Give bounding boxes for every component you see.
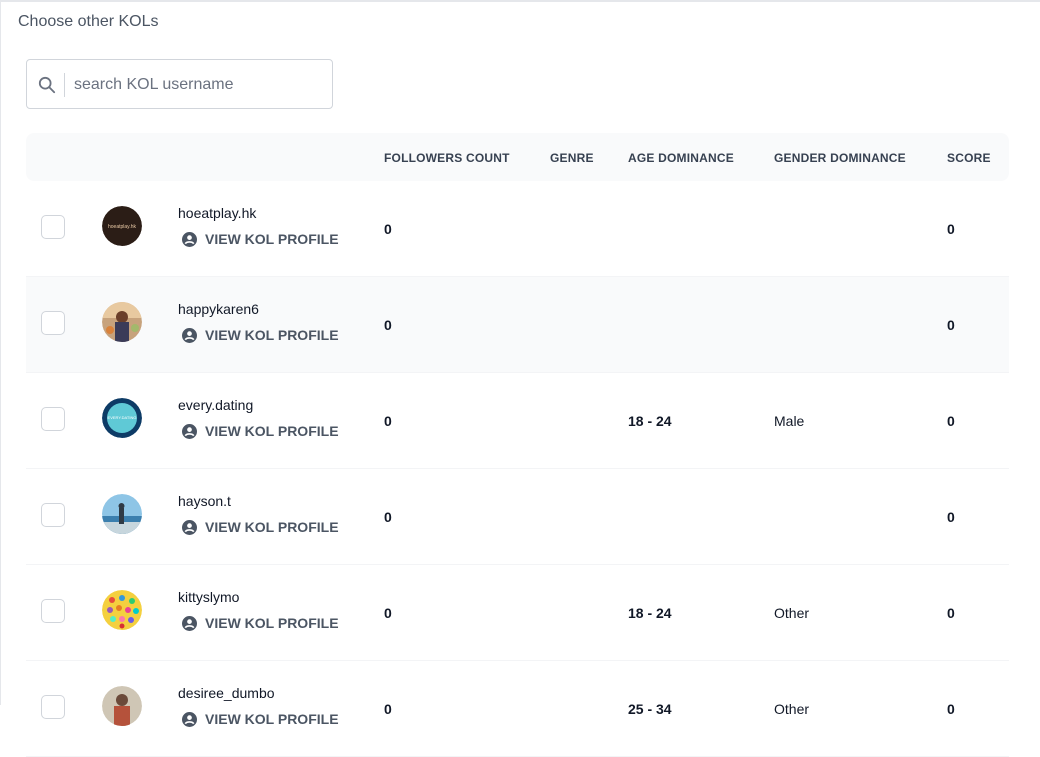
user-circle-icon xyxy=(182,519,197,535)
user-circle-icon xyxy=(182,615,197,631)
column-header-followers[interactable]: FOLLOWERS COUNT xyxy=(384,151,510,165)
followers-count: 0 xyxy=(384,221,392,237)
view-kol-profile-link[interactable]: VIEW KOL PROFILE xyxy=(182,519,339,535)
followers-count: 0 xyxy=(384,701,392,717)
score: 0 xyxy=(947,413,955,429)
view-kol-profile-link[interactable]: VIEW KOL PROFILE xyxy=(182,327,339,343)
view-kol-profile-label: VIEW KOL PROFILE xyxy=(205,231,339,247)
row-checkbox[interactable] xyxy=(41,503,65,527)
view-kol-profile-label: VIEW KOL PROFILE xyxy=(205,423,339,439)
user-circle-icon xyxy=(182,231,197,247)
avatar xyxy=(102,590,142,630)
kol-username: kittyslymo xyxy=(178,589,240,605)
avatar: hoeatplay.hk xyxy=(102,206,142,246)
kol-username: hayson.t xyxy=(178,493,231,509)
followers-count: 0 xyxy=(384,605,392,621)
avatar xyxy=(102,686,142,726)
avatar xyxy=(102,494,142,534)
age-dominance: 18 - 24 xyxy=(628,413,672,429)
user-circle-icon xyxy=(182,327,197,343)
svg-text:hoeatplay.hk: hoeatplay.hk xyxy=(108,224,136,230)
followers-count: 0 xyxy=(384,509,392,525)
section-title: Choose other KOLs xyxy=(18,13,159,30)
table-row[interactable]: hoeatplay.hk hoeatplay.hk VIEW KOL PROFI… xyxy=(26,181,1009,277)
kol-username: desiree_dumbo xyxy=(178,685,275,701)
search-input[interactable] xyxy=(72,70,326,100)
table-row[interactable]: kittyslymo VIEW KOL PROFILE 0 18 - 24 Ot… xyxy=(26,565,1009,661)
svg-text:EVERY.DATING: EVERY.DATING xyxy=(108,415,137,420)
view-kol-profile-label: VIEW KOL PROFILE xyxy=(205,327,339,343)
search-box[interactable] xyxy=(26,59,333,109)
row-checkbox[interactable] xyxy=(41,599,65,623)
avatar: EVERY.DATING xyxy=(102,398,142,438)
view-kol-profile-link[interactable]: VIEW KOL PROFILE xyxy=(182,615,339,631)
table-row[interactable]: desiree_dumbo VIEW KOL PROFILE 0 25 - 34… xyxy=(26,661,1009,757)
view-kol-profile-label: VIEW KOL PROFILE xyxy=(205,615,339,631)
table-row[interactable]: hayson.t VIEW KOL PROFILE 0 0 xyxy=(26,469,1009,565)
gender-dominance: Male xyxy=(774,413,805,429)
view-kol-profile-link[interactable]: VIEW KOL PROFILE xyxy=(182,711,339,727)
score: 0 xyxy=(947,509,955,525)
gender-dominance: Other xyxy=(774,701,810,717)
view-kol-profile-link[interactable]: VIEW KOL PROFILE xyxy=(182,231,339,247)
view-kol-profile-label: VIEW KOL PROFILE xyxy=(205,711,339,727)
table-row[interactable]: happykaren6 VIEW KOL PROFILE 0 0 xyxy=(26,277,1009,373)
search-divider xyxy=(64,73,65,97)
table-header: FOLLOWERS COUNT GENRE AGE DOMINANCE GEND… xyxy=(26,133,1009,181)
table-row[interactable]: EVERY.DATING every.dating VIEW KOL PROFI… xyxy=(26,373,1009,469)
gender-dominance: Other xyxy=(774,605,810,621)
kol-username: hoeatplay.hk xyxy=(178,205,257,221)
search-icon xyxy=(38,76,56,94)
column-header-gender[interactable]: GENDER DOMINANCE xyxy=(774,151,906,165)
row-checkbox[interactable] xyxy=(41,215,65,239)
age-dominance: 25 - 34 xyxy=(628,701,672,717)
kol-username: every.dating xyxy=(178,397,254,413)
score: 0 xyxy=(947,605,955,621)
score: 0 xyxy=(947,221,955,237)
age-dominance: 18 - 24 xyxy=(628,605,672,621)
row-checkbox[interactable] xyxy=(41,695,65,719)
view-kol-profile-label: VIEW KOL PROFILE xyxy=(205,519,339,535)
column-header-age[interactable]: AGE DOMINANCE xyxy=(628,151,734,165)
column-header-score[interactable]: SCORE xyxy=(947,151,991,165)
row-checkbox[interactable] xyxy=(41,407,65,431)
score: 0 xyxy=(947,317,955,333)
view-kol-profile-link[interactable]: VIEW KOL PROFILE xyxy=(182,423,339,439)
kol-table-body: hoeatplay.hk hoeatplay.hk VIEW KOL PROFI… xyxy=(26,181,1009,757)
score: 0 xyxy=(947,701,955,717)
avatar xyxy=(102,302,142,342)
row-checkbox[interactable] xyxy=(41,311,65,335)
user-circle-icon xyxy=(182,711,197,727)
column-header-genre[interactable]: GENRE xyxy=(550,151,594,165)
kol-username: happykaren6 xyxy=(178,301,259,317)
followers-count: 0 xyxy=(384,317,392,333)
user-circle-icon xyxy=(182,423,197,439)
followers-count: 0 xyxy=(384,413,392,429)
